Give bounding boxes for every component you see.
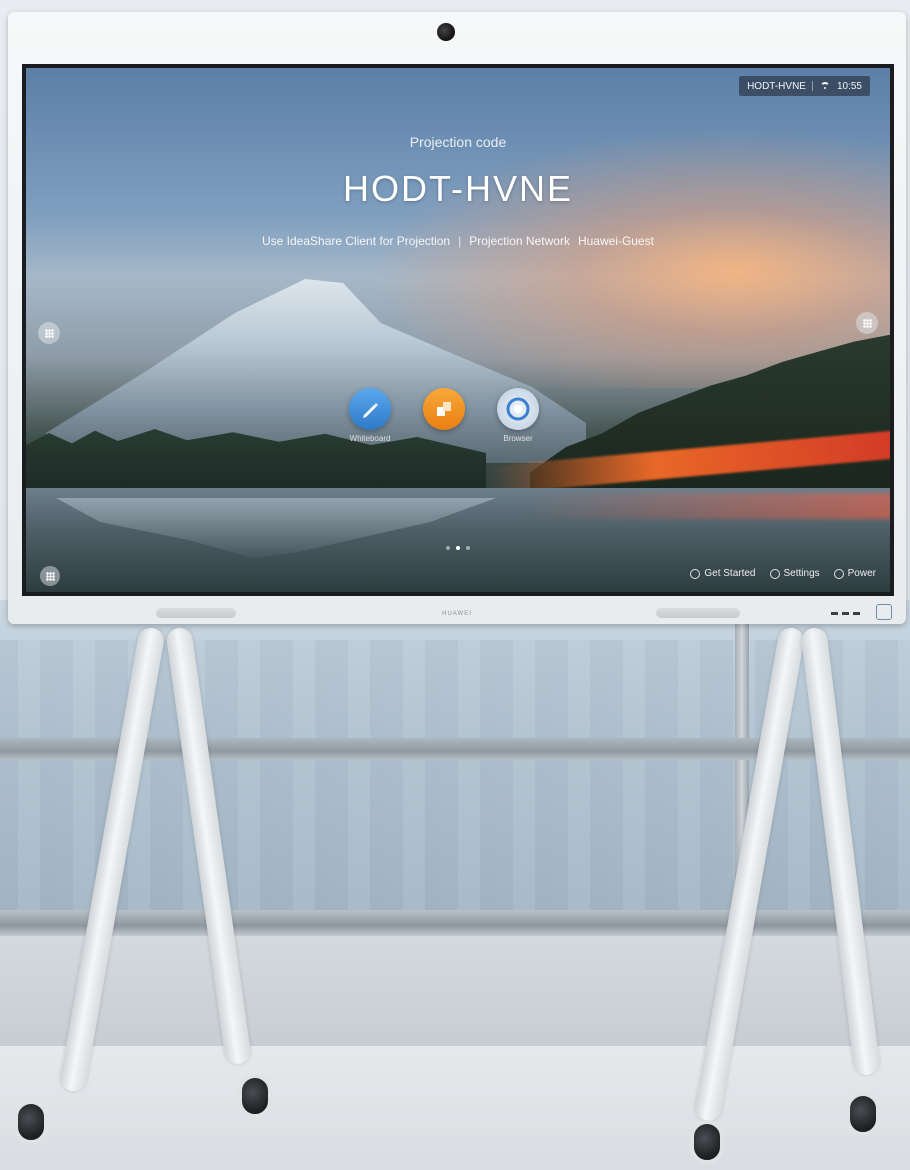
grid-icon xyxy=(44,328,54,338)
app-files[interactable] xyxy=(420,388,468,443)
stand-wheel xyxy=(690,1120,724,1164)
grid-icon xyxy=(45,571,55,581)
status-divider xyxy=(811,81,813,91)
pen-icon xyxy=(349,388,391,430)
wall xyxy=(0,936,910,1046)
app-browser[interactable]: Browser xyxy=(494,388,542,443)
camera-icon xyxy=(437,23,455,41)
status-time: 10:55 xyxy=(836,80,862,92)
client-hint: Use IdeaShare Client for Projection xyxy=(262,234,451,248)
usb-port xyxy=(831,612,838,615)
power-icon xyxy=(833,568,844,579)
nfc-icon xyxy=(876,604,892,620)
floor xyxy=(0,1046,910,1170)
page-dot-active[interactable] xyxy=(456,546,460,550)
window-sill xyxy=(0,910,910,936)
wallpaper-reflection xyxy=(526,493,890,519)
page-dot[interactable] xyxy=(446,546,450,550)
lower-bezel: HUAWEI xyxy=(8,598,906,626)
brand-logo: HUAWEI xyxy=(442,611,472,617)
wifi-icon xyxy=(819,81,831,91)
get-started-button[interactable]: Get Started xyxy=(690,568,756,579)
status-bar: HODT-HVNE 10:55 xyxy=(739,76,870,96)
bottom-left-menu-button[interactable] xyxy=(40,566,60,586)
settings-button[interactable]: Settings xyxy=(769,568,820,579)
power-label: Power xyxy=(847,568,876,579)
get-started-label: Get Started xyxy=(704,568,756,579)
app-label: Whiteboard xyxy=(349,434,391,443)
stand-wheel xyxy=(846,1092,880,1136)
network-name: Huawei-Guest xyxy=(577,234,654,248)
app-dock: Whiteboard Browser xyxy=(346,388,542,443)
usb-port xyxy=(853,612,860,615)
projection-code: HODT-HVNE xyxy=(342,168,573,209)
help-icon xyxy=(690,568,701,579)
home-screen: HODT-HVNE 10:55 Projection code HODT-HVN… xyxy=(22,64,894,596)
settings-label: Settings xyxy=(783,568,820,579)
page-indicator xyxy=(26,546,890,550)
app-label: Browser xyxy=(503,434,533,443)
left-apps-button[interactable] xyxy=(38,322,60,344)
app-whiteboard[interactable]: Whiteboard xyxy=(346,388,394,443)
gear-icon xyxy=(769,568,780,579)
status-projection-code: HODT-HVNE xyxy=(747,80,806,92)
grid-icon xyxy=(862,318,872,328)
usb-port xyxy=(842,612,849,615)
stand-wheel xyxy=(14,1100,48,1144)
browser-icon xyxy=(497,388,539,430)
stand-wheel xyxy=(238,1074,272,1118)
wallpaper-sunset xyxy=(370,128,890,388)
files-icon xyxy=(423,388,465,430)
bottom-actions: Get Started Settings Power xyxy=(690,568,876,579)
projection-info: Use IdeaShare Client for Projection | Pr… xyxy=(26,234,890,248)
network-label: Projection Network xyxy=(469,234,570,248)
front-ports xyxy=(831,612,860,615)
info-divider: | xyxy=(458,234,462,248)
projection-code-label: Projection code xyxy=(409,134,507,150)
right-apps-button[interactable] xyxy=(856,312,878,334)
page-dot[interactable] xyxy=(466,546,470,550)
power-button[interactable]: Power xyxy=(833,568,876,579)
